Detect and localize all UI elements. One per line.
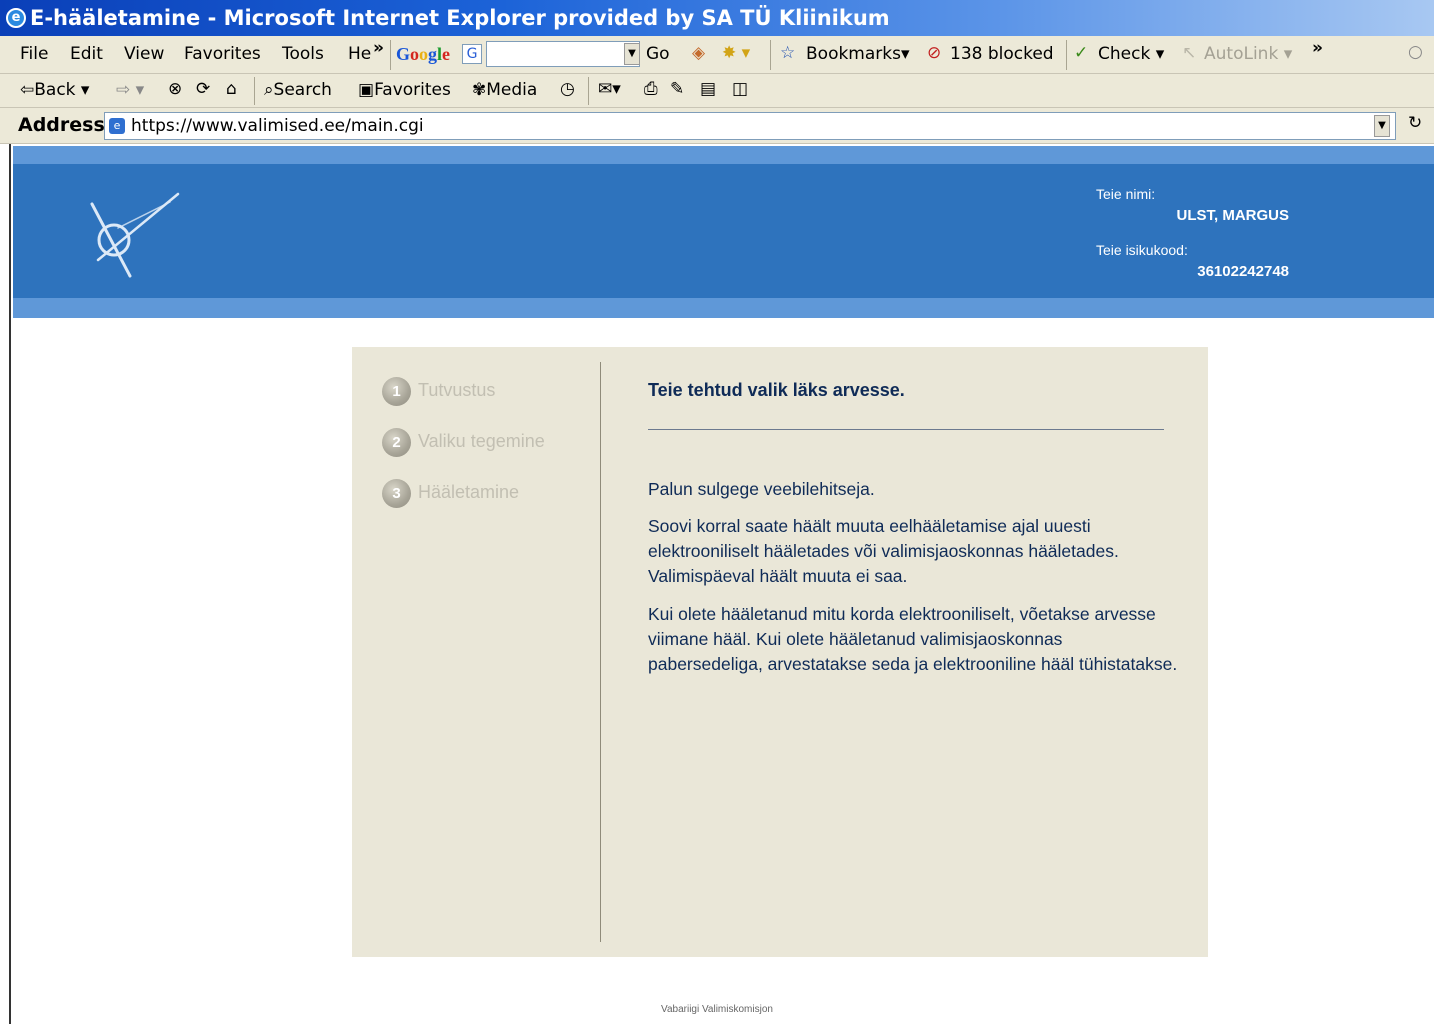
window-title-bar: e E-hääletamine - Microsoft Internet Exp… bbox=[0, 0, 1434, 36]
step-number-icon: 1 bbox=[382, 377, 411, 406]
id-code-label: Teie isikukood: bbox=[1096, 242, 1188, 258]
forward-button[interactable]: ⇨ ▾ bbox=[116, 80, 144, 100]
media-button[interactable]: ✾Media bbox=[472, 80, 537, 100]
id-code-value: 36102242748 bbox=[1197, 263, 1289, 280]
mail-icon[interactable]: ✉▾ bbox=[598, 79, 621, 99]
print-icon[interactable]: ⎙ bbox=[644, 79, 658, 99]
edit-icon[interactable]: ✎ bbox=[670, 79, 684, 99]
menu-tools[interactable]: Tools bbox=[282, 44, 324, 64]
menu-edit[interactable]: Edit bbox=[70, 44, 103, 64]
footer-text: Vabariigi Valimiskomisjon bbox=[661, 1004, 773, 1015]
navigation-toolbar: ⇦Back ▾ ⇨ ▾ ⊗ ⟳ ⌂ ⌕Search ▣Favorites ✾Me… bbox=[0, 74, 1434, 108]
name-value: ULST, MARGUS bbox=[1176, 207, 1290, 224]
page-icon: e bbox=[109, 118, 125, 134]
discuss-icon[interactable]: ▤ bbox=[700, 79, 716, 99]
menu-help[interactable]: He bbox=[348, 44, 371, 64]
vote-counting-text: Kui olete hääletanud mitu korda elektroo… bbox=[648, 604, 1178, 674]
step-label: Hääletamine bbox=[418, 482, 520, 502]
header-strip-top bbox=[13, 146, 1434, 164]
messenger-icon[interactable]: ◫ bbox=[732, 79, 748, 99]
bookmarks-star-icon: ☆ bbox=[780, 43, 796, 63]
address-bar: Address e https://www.valimised.ee/main.… bbox=[0, 108, 1434, 144]
favorites-button[interactable]: ▣Favorites bbox=[358, 80, 451, 100]
google-menu-button[interactable]: G bbox=[462, 44, 482, 64]
close-browser-text: Palun sulgege veebilehitseja. bbox=[648, 479, 875, 499]
address-dropdown-arrow-icon[interactable]: ▼ bbox=[1374, 115, 1390, 137]
popup-blocker-icon: ⊘ bbox=[927, 43, 942, 63]
google-go-button[interactable]: Go bbox=[646, 44, 670, 64]
search-button[interactable]: ⌕Search bbox=[264, 80, 332, 100]
news-icon[interactable]: ✸ ▾ bbox=[722, 43, 750, 63]
go-arrow-icon[interactable]: ↻ bbox=[1408, 113, 1422, 133]
menu-overflow-chevron-icon[interactable]: » bbox=[373, 38, 384, 58]
google-logo: Google bbox=[396, 44, 451, 64]
address-url[interactable]: https://www.valimised.ee/main.cgi bbox=[131, 116, 424, 136]
menu-file[interactable]: File bbox=[20, 44, 48, 64]
name-label: Teie nimi: bbox=[1096, 186, 1156, 202]
step-number-icon: 3 bbox=[382, 479, 411, 508]
window-title: E-hääletamine - Microsoft Internet Explo… bbox=[30, 6, 890, 30]
step-label: Tutvustus bbox=[418, 380, 496, 400]
address-label: Address bbox=[18, 114, 105, 136]
election-logo-icon bbox=[90, 192, 180, 278]
pagerank-icon[interactable]: ◈ bbox=[692, 43, 705, 63]
ie-logo-icon: e bbox=[6, 8, 26, 28]
spellcheck-icon: ✓ bbox=[1074, 43, 1089, 63]
refresh-icon[interactable]: ⟳ bbox=[196, 79, 210, 99]
toolbar-overflow-chevron-icon[interactable]: » bbox=[1312, 38, 1323, 58]
history-icon[interactable]: ◷ bbox=[560, 79, 575, 99]
confirmation-heading: Teie tehtud valik läks arvesse. bbox=[648, 380, 905, 400]
address-input[interactable]: e https://www.valimised.ee/main.cgi bbox=[104, 112, 1396, 140]
toolbar-separator bbox=[770, 40, 771, 70]
popup-blocked-count[interactable]: 138 blocked bbox=[950, 44, 1054, 64]
google-search-input[interactable] bbox=[486, 41, 640, 67]
toolbar-separator bbox=[254, 77, 255, 105]
heading-divider bbox=[648, 429, 1164, 430]
panel-divider bbox=[600, 362, 601, 942]
toolbar-separator bbox=[390, 40, 391, 70]
bookmarks-button[interactable]: Bookmarks▾ bbox=[806, 44, 910, 64]
autolink-icon: ↖ bbox=[1182, 43, 1197, 63]
step-number-icon: 2 bbox=[382, 428, 411, 457]
options-icon[interactable]: ○ bbox=[1408, 42, 1423, 62]
stop-icon[interactable]: ⊗ bbox=[168, 79, 182, 99]
search-dropdown-arrow-icon[interactable]: ▼ bbox=[624, 43, 640, 65]
menu-bar: File Edit View Favorites Tools He » Goog… bbox=[0, 36, 1434, 74]
change-vote-text: Soovi korral saate häält muuta eelhäälet… bbox=[648, 516, 1119, 586]
menu-view[interactable]: View bbox=[124, 44, 164, 64]
back-button[interactable]: ⇦Back ▾ bbox=[20, 80, 89, 100]
header-strip-bottom bbox=[13, 298, 1434, 318]
check-button[interactable]: Check ▾ bbox=[1098, 44, 1164, 64]
menu-favorites[interactable]: Favorites bbox=[184, 44, 261, 64]
window-frame bbox=[0, 144, 11, 1024]
autolink-button[interactable]: AutoLink ▾ bbox=[1204, 44, 1292, 64]
home-icon[interactable]: ⌂ bbox=[226, 79, 237, 99]
toolbar-separator bbox=[588, 77, 589, 105]
step-label: Valiku tegemine bbox=[418, 431, 545, 451]
toolbar-separator bbox=[1066, 40, 1067, 70]
